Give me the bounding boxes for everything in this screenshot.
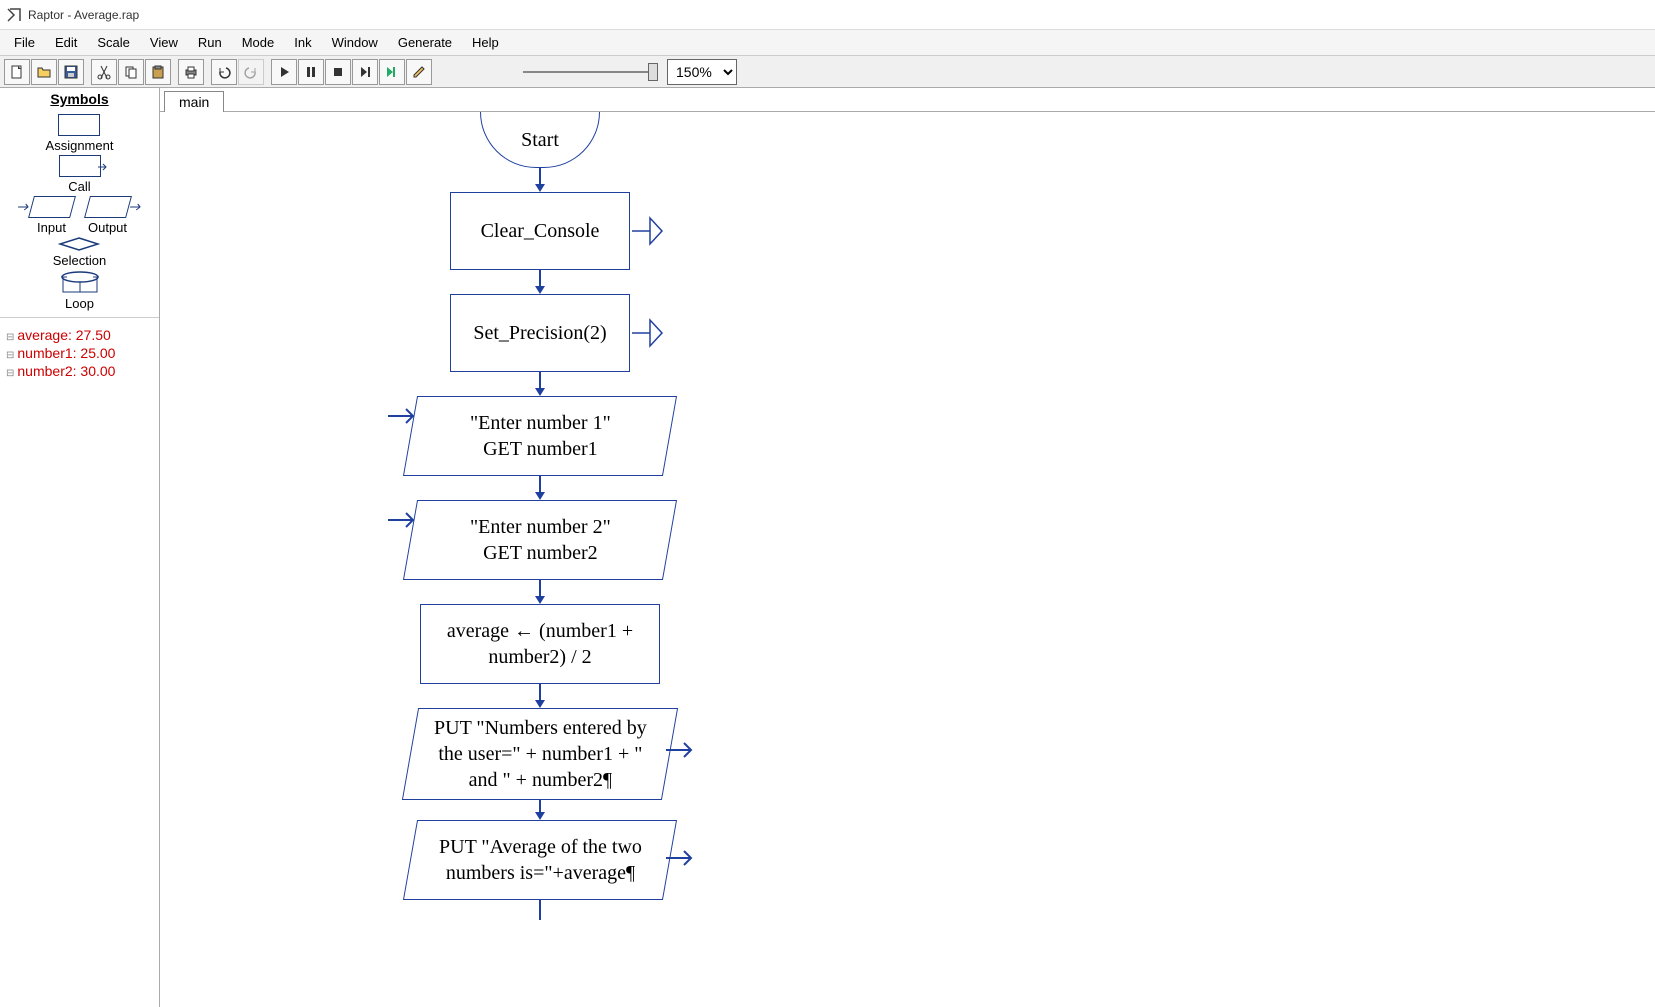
tabs: main [160, 88, 1655, 112]
step-into-button[interactable] [379, 59, 405, 85]
input-arrow-icon [386, 510, 416, 530]
symbol-selection[interactable]: Selection [53, 237, 106, 268]
app-icon [6, 7, 22, 23]
zoom-select[interactable]: 150% [667, 59, 737, 85]
input-arrow-icon [386, 406, 416, 426]
menu-view[interactable]: View [140, 32, 188, 53]
symbol-call[interactable]: Call [59, 155, 101, 194]
symbol-loop[interactable]: Loop [59, 270, 101, 311]
sidebar: Symbols Assignment Call Input [0, 88, 160, 1007]
menu-edit[interactable]: Edit [45, 32, 87, 53]
play-button[interactable] [271, 59, 297, 85]
node-set-precision[interactable]: Set_Precision(2) [450, 294, 630, 372]
redo-button[interactable] [238, 59, 264, 85]
new-button[interactable] [4, 59, 30, 85]
open-button[interactable] [31, 59, 57, 85]
call-arrow-icon [632, 212, 664, 250]
paste-button[interactable] [145, 59, 171, 85]
menubar: File Edit Scale View Run Mode Ink Window… [0, 30, 1655, 56]
stop-button[interactable] [325, 59, 351, 85]
menu-scale[interactable]: Scale [87, 32, 140, 53]
var-number1: number1: 25.00 [6, 344, 153, 362]
save-button[interactable] [58, 59, 84, 85]
menu-window[interactable]: Window [322, 32, 388, 53]
titlebar: Raptor - Average.rap [0, 0, 1655, 30]
output-arrow-icon [664, 848, 694, 868]
menu-help[interactable]: Help [462, 32, 509, 53]
symbol-assignment[interactable]: Assignment [46, 114, 114, 153]
output-arrow-icon [664, 740, 694, 760]
node-input-2[interactable]: "Enter number 2"GET number2 [403, 500, 677, 580]
tab-main[interactable]: main [164, 91, 224, 112]
node-output-2[interactable]: PUT "Average of the twonumbers is="+aver… [403, 820, 677, 900]
symbol-output[interactable]: Output [87, 196, 129, 235]
speed-slider[interactable] [523, 71, 653, 73]
symbols-title: Symbols [0, 88, 159, 110]
var-average: average: 27.50 [6, 326, 153, 344]
pause-button[interactable] [298, 59, 324, 85]
symbol-input[interactable]: Input [31, 196, 73, 235]
var-number2: number2: 30.00 [6, 362, 153, 380]
menu-file[interactable]: File [4, 32, 45, 53]
menu-generate[interactable]: Generate [388, 32, 462, 53]
variables-panel: average: 27.50 number1: 25.00 number2: 3… [0, 318, 159, 388]
toolbar: 150% [0, 56, 1655, 88]
call-arrow-icon [632, 314, 664, 352]
undo-button[interactable] [211, 59, 237, 85]
node-start[interactable]: Start [480, 112, 600, 168]
menu-mode[interactable]: Mode [232, 32, 285, 53]
node-assignment[interactable]: average ← (number1 +number2) / 2 [420, 604, 660, 684]
window-title: Raptor - Average.rap [28, 8, 139, 22]
print-button[interactable] [178, 59, 204, 85]
menu-run[interactable]: Run [188, 32, 232, 53]
step-button[interactable] [352, 59, 378, 85]
node-input-1[interactable]: "Enter number 1"GET number1 [403, 396, 677, 476]
menu-ink[interactable]: Ink [284, 32, 321, 53]
node-output-1[interactable]: PUT "Numbers entered bythe user=" + numb… [402, 708, 678, 800]
node-clear-console[interactable]: Clear_Console [450, 192, 630, 270]
copy-button[interactable] [118, 59, 144, 85]
pen-button[interactable] [406, 59, 432, 85]
cut-button[interactable] [91, 59, 117, 85]
canvas-area: main Start Clear_Console Set_Precision(2… [160, 88, 1655, 1007]
